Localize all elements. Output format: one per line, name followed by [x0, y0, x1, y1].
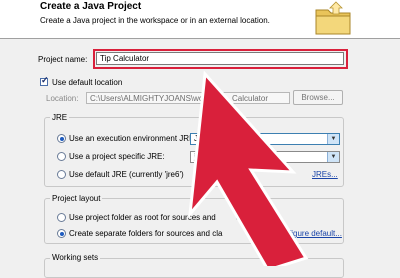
- pointing-arrow-icon: [187, 70, 309, 266]
